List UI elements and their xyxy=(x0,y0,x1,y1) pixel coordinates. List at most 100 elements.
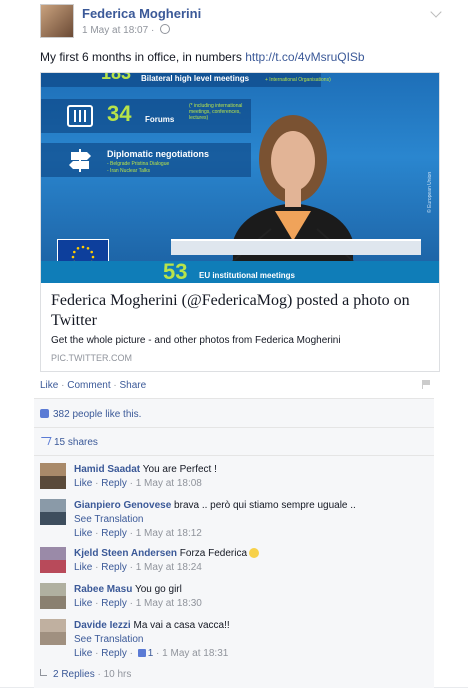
commenter-avatar[interactable] xyxy=(40,463,66,489)
comment-actions: Like · Reply · 1 May at 18:12 xyxy=(74,528,202,539)
replies-time: 10 hrs xyxy=(103,669,132,680)
stat-number-eu: 53 xyxy=(163,259,188,283)
comment-reply-button[interactable]: Reply xyxy=(101,478,127,489)
commenter-avatar[interactable] xyxy=(40,499,66,525)
comment-like-button[interactable]: Like xyxy=(74,528,92,539)
likes-summary[interactable]: 382 people like this. xyxy=(40,409,141,420)
smiley-emoji-icon xyxy=(249,548,260,558)
comment-actions: Like · Reply · 1 May at 18:30 xyxy=(74,598,202,609)
link-share-box[interactable]: 183 Bilateral high level meetings + Inte… xyxy=(40,72,440,372)
comment-time[interactable]: 1 May at 18:31 xyxy=(162,648,228,659)
status-link[interactable]: http://t.co/4vMsruQISb xyxy=(245,50,364,64)
commenter-name[interactable]: Rabee Masu xyxy=(74,584,132,595)
share-arrow-icon xyxy=(38,437,52,445)
dot-separator: · xyxy=(150,25,158,36)
commenter-name[interactable]: Hamid Saadat xyxy=(74,464,140,475)
commenter-name[interactable]: Kjeld Steen Andersen xyxy=(74,548,177,559)
share-title[interactable]: Federica Mogherini (@FedericaMog) posted… xyxy=(51,291,431,331)
comment: Hamid Saadat You are Perfect ! Like · Re… xyxy=(40,463,430,493)
post-actions: Like · Comment · Share xyxy=(40,380,146,391)
stat-number-forums: 34 xyxy=(107,101,132,126)
orgs-note: + International Organisations) xyxy=(265,77,331,83)
photo-credit: © European Union xyxy=(427,171,433,213)
thumbs-up-icon xyxy=(40,409,49,418)
forum-icon xyxy=(67,105,93,127)
stat-label-forums: Forums xyxy=(145,115,175,124)
comment-reply-button[interactable]: Reply xyxy=(101,598,127,609)
comment: Kjeld Steen Andersen Forza Federica Like… xyxy=(40,547,430,577)
comment-text: You are Perfect ! xyxy=(142,464,217,475)
comment-time[interactable]: 1 May at 18:30 xyxy=(136,598,202,609)
separator: · xyxy=(110,380,120,391)
stat-number-bilateral: 183 xyxy=(101,73,132,83)
comment-reply-button[interactable]: Reply xyxy=(101,528,127,539)
reply-arrow-icon xyxy=(40,669,47,676)
comment-like-button[interactable]: Like xyxy=(74,598,92,609)
comment-body: Hamid Saadat You are Perfect ! Like · Re… xyxy=(74,463,217,491)
separator: · xyxy=(94,669,104,680)
comment-like-button[interactable]: Like xyxy=(74,562,92,573)
see-translation-link[interactable]: See Translation xyxy=(74,514,144,525)
shares-count[interactable]: 15 shares xyxy=(54,437,98,448)
author-name[interactable]: Federica Mogherini xyxy=(82,6,201,21)
share-button[interactable]: Share xyxy=(120,380,147,391)
status-message: My first 6 months in office, in numbers xyxy=(40,50,246,64)
author-avatar[interactable] xyxy=(40,4,74,38)
post-card: Federica Mogherini 1 May at 18:07 · My f… xyxy=(0,0,468,688)
comment-text: Forza Federica xyxy=(179,548,248,559)
comment-time[interactable]: 1 May at 18:12 xyxy=(136,528,202,539)
comment: Davide Iezzi Ma vai a casa vacca!! See T… xyxy=(40,619,430,661)
share-description: Get the whole picture - and other photos… xyxy=(51,335,341,346)
commenter-avatar[interactable] xyxy=(40,619,66,645)
podium xyxy=(171,239,421,255)
chevron-down-icon[interactable] xyxy=(430,6,442,18)
replies-count[interactable]: 2 Replies xyxy=(53,669,95,680)
feedback-section: 382 people like this. 15 shares Hamid Sa… xyxy=(34,398,434,688)
comment-time[interactable]: 1 May at 18:24 xyxy=(136,562,202,573)
comment-like-button[interactable]: Like xyxy=(74,478,92,489)
comment-like-count[interactable]: 1 xyxy=(148,648,154,659)
like-button[interactable]: Like xyxy=(40,380,58,391)
commenter-avatar[interactable] xyxy=(40,583,66,609)
comment-reply-button[interactable]: Reply xyxy=(101,562,127,573)
view-replies-link[interactable]: 2 Replies · 10 hrs xyxy=(40,669,131,680)
comment-reply-button[interactable]: Reply xyxy=(101,648,127,659)
comment-text: You go girl xyxy=(134,584,182,595)
status-text: My first 6 months in office, in numbers … xyxy=(40,50,365,64)
comment: Rabee Masu You go girl Like · Reply · 1 … xyxy=(40,583,430,613)
comment-text: brava .. però qui stiamo sempre uguale .… xyxy=(174,500,356,511)
comment-text: Ma vai a casa vacca!! xyxy=(133,620,230,631)
share-domain: PIC.TWITTER.COM xyxy=(51,353,132,363)
post-meta: 1 May at 18:07 · xyxy=(82,24,171,36)
comment-actions: Like · Reply · 1 · 1 May at 18:31 xyxy=(74,648,229,659)
comment-actions: Like · Reply · 1 May at 18:08 xyxy=(74,478,202,489)
stat-label-bilateral: Bilateral high level meetings xyxy=(141,74,250,83)
commenter-name[interactable]: Davide Iezzi xyxy=(74,620,131,631)
separator: · xyxy=(58,380,68,391)
comment-button[interactable]: Comment xyxy=(67,380,110,391)
comment: Gianpiero Genovese brava .. però qui sti… xyxy=(40,499,430,541)
comment-body: Rabee Masu You go girl Like · Reply · 1 … xyxy=(74,583,202,611)
comment-body: Davide Iezzi Ma vai a casa vacca!! See T… xyxy=(74,619,230,661)
shared-photo[interactable]: 183 Bilateral high level meetings + Inte… xyxy=(41,73,439,283)
post-timestamp[interactable]: 1 May at 18:07 xyxy=(82,25,148,36)
commenter-name[interactable]: Gianpiero Genovese xyxy=(74,500,171,511)
stat-label-negotiations: Diplomatic negotiations xyxy=(107,149,210,159)
divider xyxy=(34,455,434,456)
shares-summary[interactable]: 15 shares xyxy=(38,437,98,448)
comment-like-button[interactable]: Like xyxy=(74,648,92,659)
comment-time[interactable]: 1 May at 18:08 xyxy=(136,478,202,489)
globe-icon[interactable] xyxy=(160,24,171,34)
see-translation-link[interactable]: See Translation xyxy=(74,634,144,645)
comment-body: Kjeld Steen Andersen Forza Federica Like… xyxy=(74,547,260,575)
divider xyxy=(34,427,434,428)
commenter-avatar[interactable] xyxy=(40,547,66,573)
negotiation-item: - Iran Nuclear Talks xyxy=(107,168,150,174)
likes-count[interactable]: 382 people like this. xyxy=(53,409,141,420)
flag-icon[interactable] xyxy=(422,380,432,389)
signpost-icon xyxy=(69,149,91,172)
thumbs-up-icon xyxy=(137,649,146,657)
comment-actions: Like · Reply · 1 May at 18:24 xyxy=(74,562,202,573)
stat-label-eu: EU institutional meetings xyxy=(199,271,296,280)
negotiation-item: - Belgrade Pristina Dialogue xyxy=(107,161,170,167)
